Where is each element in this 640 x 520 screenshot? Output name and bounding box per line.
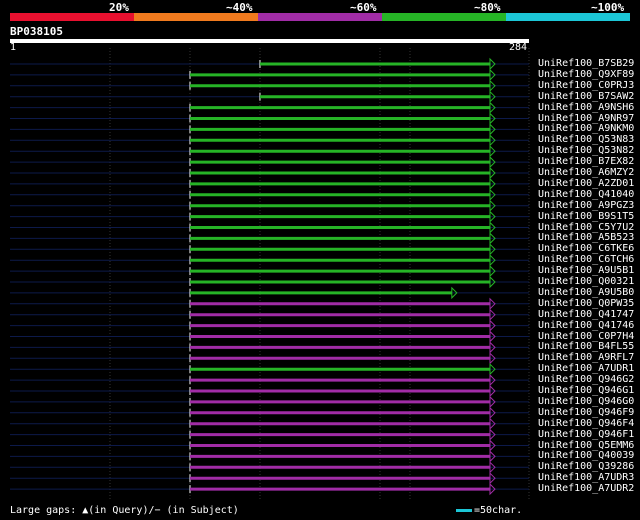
hit-label[interactable]: UniRef100_A6MZY2 (538, 167, 634, 178)
hit-label[interactable]: UniRef100_Q53N82 (538, 145, 634, 156)
hit-label[interactable]: UniRef100_Q946F1 (538, 429, 634, 440)
hit-label[interactable]: UniRef100_A9RFL7 (538, 352, 634, 363)
scale-legend: =50char. (456, 505, 522, 516)
hit-label[interactable]: UniRef100_C6TCH6 (538, 254, 634, 265)
hit-label[interactable]: UniRef100_Q946G0 (538, 396, 634, 407)
hit-label[interactable]: UniRef100_C6TKE6 (538, 243, 634, 254)
hit-label[interactable]: UniRef100_A7UDR2 (538, 483, 634, 494)
hit-label[interactable]: UniRef100_A5B523 (538, 232, 634, 243)
hit-label[interactable]: UniRef100_Q5EMM6 (538, 440, 634, 451)
hit-label[interactable]: UniRef100_A9PGZ3 (538, 200, 634, 211)
scale-bar (456, 508, 472, 512)
gaps-legend: Large gaps: ▲(in Query)/− (in Subject) (10, 505, 239, 516)
hit-label[interactable]: UniRef100_Q00321 (538, 276, 634, 287)
hit-label[interactable]: UniRef100_A9U5B1 (538, 265, 634, 276)
hit-label[interactable]: UniRef100_A7UDR1 (538, 363, 634, 374)
hit-label[interactable]: UniRef100_A9NKM0 (538, 123, 634, 134)
hit-label[interactable]: UniRef100_C0PRJ3 (538, 80, 634, 91)
hit-label[interactable]: UniRef100_B9S1T5 (538, 211, 634, 222)
hit-label[interactable]: UniRef100_Q53N83 (538, 134, 634, 145)
hit-label[interactable]: UniRef100_B4FL55 (538, 341, 634, 352)
hit-label[interactable]: UniRef100_Q41040 (538, 189, 634, 200)
hit-label[interactable]: UniRef100_B7EX82 (538, 156, 634, 167)
hit-label[interactable]: UniRef100_C5Y7U2 (538, 222, 634, 233)
hit-label[interactable]: UniRef100_A9NSH6 (538, 102, 634, 113)
hit-label[interactable]: UniRef100_Q9XF89 (538, 69, 634, 80)
hit-label[interactable]: UniRef100_Q946F9 (538, 407, 634, 418)
hit-label[interactable]: UniRef100_A2ZD01 (538, 178, 634, 189)
hit-label[interactable]: UniRef100_B7SB29 (538, 58, 634, 69)
hit-label[interactable]: UniRef100_Q946F4 (538, 418, 634, 429)
hit-label[interactable]: UniRef100_A9U5B0 (538, 287, 634, 298)
hit-label[interactable]: UniRef100_Q946G2 (538, 374, 634, 385)
scale-text: =50char. (474, 505, 523, 516)
hit-label[interactable]: UniRef100_A7UDR3 (538, 472, 634, 483)
hit-label[interactable]: UniRef100_Q41747 (538, 309, 634, 320)
hit-label[interactable]: UniRef100_Q0PW35 (538, 298, 634, 309)
hit-label[interactable]: UniRef100_Q39286 (538, 461, 634, 472)
hit-label[interactable]: UniRef100_C0P7H4 (538, 331, 634, 342)
hit-label[interactable]: UniRef100_Q946G1 (538, 385, 634, 396)
hit-label[interactable]: UniRef100_B7SAW2 (538, 91, 634, 102)
hit-label[interactable]: UniRef100_Q40039 (538, 450, 634, 461)
hit-label[interactable]: UniRef100_A9NR97 (538, 113, 634, 124)
hit-label[interactable]: UniRef100_Q41746 (538, 320, 634, 331)
